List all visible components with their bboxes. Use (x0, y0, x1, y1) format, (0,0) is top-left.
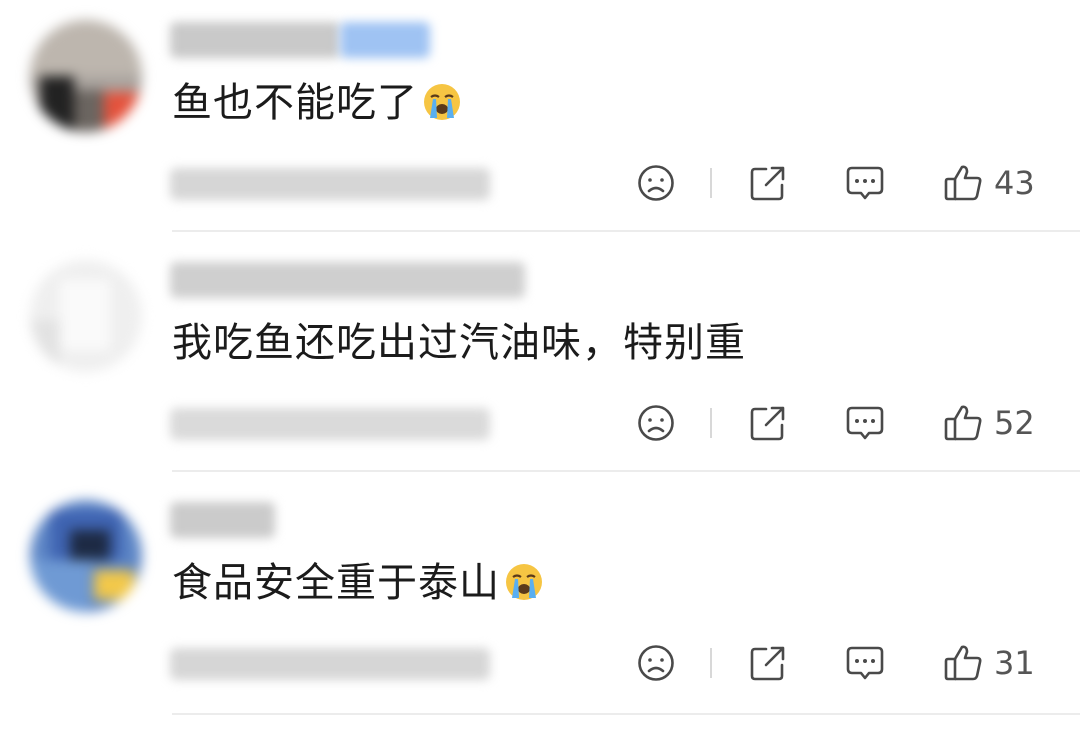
comment-meta (170, 408, 490, 440)
sad-face-icon (638, 645, 674, 681)
crying-face-icon (424, 84, 460, 120)
comment-text: 食品安全重于泰山 (172, 558, 544, 608)
action-separator (710, 168, 712, 198)
divider (172, 470, 1080, 472)
divider (172, 713, 1080, 715)
like-button[interactable]: 43 (942, 162, 1035, 204)
like-count: 31 (994, 644, 1035, 682)
like-button[interactable]: 52 (942, 402, 1035, 444)
comment-text-content: 我吃鱼还吃出过汽油味，特别重 (172, 320, 746, 366)
comment-bubble-icon (846, 646, 884, 680)
avatar[interactable] (30, 500, 142, 612)
comment-actions: 31 (636, 640, 1035, 686)
share-button[interactable] (748, 403, 788, 443)
like-count: 43 (994, 164, 1035, 202)
username[interactable] (170, 262, 525, 298)
comment-meta (170, 648, 490, 680)
share-button[interactable] (748, 643, 788, 683)
reply-button[interactable] (844, 642, 886, 684)
dislike-button[interactable] (636, 643, 676, 683)
comment-text: 鱼也不能吃了 (172, 78, 462, 128)
username[interactable] (170, 22, 340, 58)
dislike-button[interactable] (636, 163, 676, 203)
comment-text-content: 食品安全重于泰山 (172, 560, 500, 606)
user-badge (340, 22, 430, 58)
share-icon (750, 406, 785, 441)
comment-text: 我吃鱼还吃出过汽油味，特别重 (172, 318, 746, 368)
comment-item: 食品安全重于泰山 31 (0, 480, 1080, 735)
like-count: 52 (994, 404, 1035, 442)
share-icon (750, 646, 785, 681)
thumbs-up-icon (944, 405, 982, 441)
thumbs-up-icon (944, 165, 982, 201)
avatar[interactable] (30, 20, 142, 132)
comment-bubble-icon (846, 166, 884, 200)
avatar[interactable] (30, 260, 142, 372)
comment-list: 鱼也不能吃了 43 我吃鱼还吃出过汽油味，特别重 52 食品安全重于泰山 31 (0, 0, 1080, 735)
comment-item: 鱼也不能吃了 43 (0, 0, 1080, 240)
crying-face-icon (506, 564, 542, 600)
dislike-button[interactable] (636, 403, 676, 443)
comment-text-content: 鱼也不能吃了 (172, 80, 418, 126)
sad-face-icon (638, 165, 674, 201)
sad-face-icon (638, 405, 674, 441)
username[interactable] (170, 502, 275, 538)
comment-actions: 52 (636, 400, 1035, 446)
reply-button[interactable] (844, 162, 886, 204)
comment-meta (170, 168, 490, 200)
divider (172, 230, 1080, 232)
thumbs-up-icon (944, 645, 982, 681)
reply-button[interactable] (844, 402, 886, 444)
comment-bubble-icon (846, 406, 884, 440)
share-button[interactable] (748, 163, 788, 203)
share-icon (750, 166, 785, 201)
comment-actions: 43 (636, 160, 1035, 206)
action-separator (710, 408, 712, 438)
comment-item: 我吃鱼还吃出过汽油味，特别重 52 (0, 240, 1080, 480)
like-button[interactable]: 31 (942, 642, 1035, 684)
action-separator (710, 648, 712, 678)
